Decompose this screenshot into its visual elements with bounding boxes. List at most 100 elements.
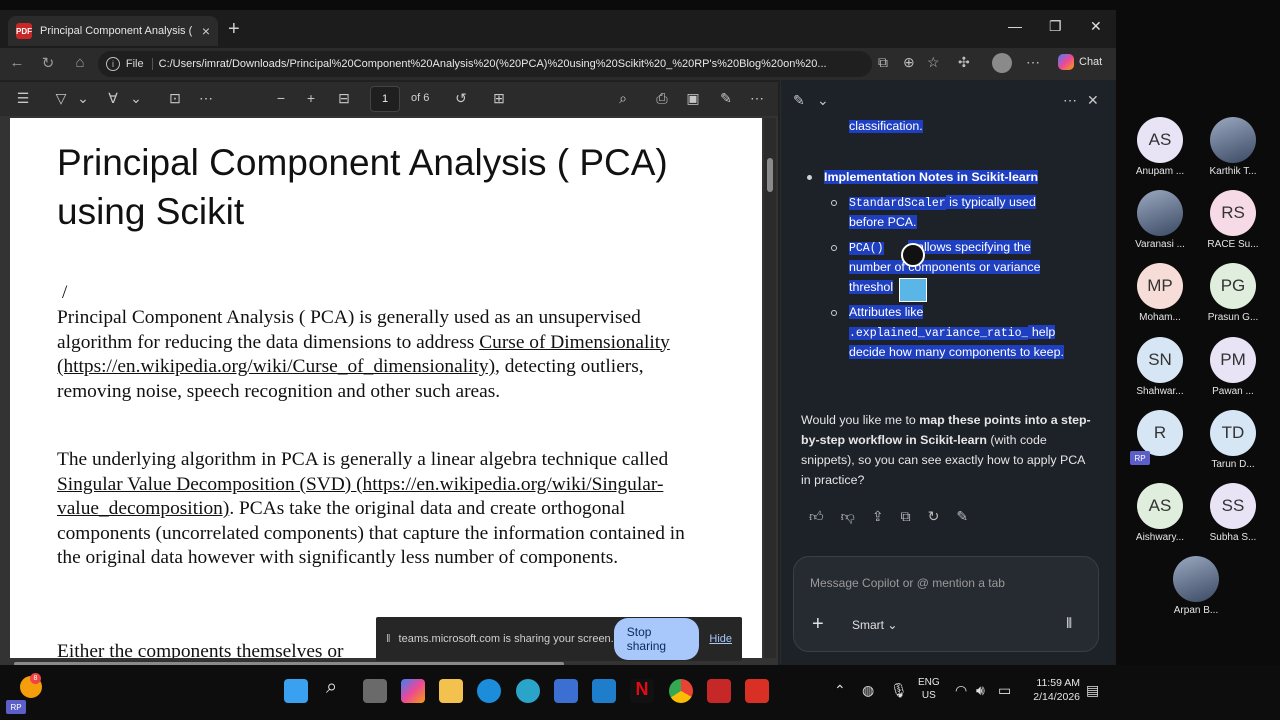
notifications-icon[interactable]: ▤ xyxy=(1086,682,1099,699)
netflix-icon[interactable]: N xyxy=(630,679,654,703)
browser-icon[interactable] xyxy=(516,679,540,703)
more-tools-icon[interactable]: ⋯ xyxy=(197,90,215,107)
profile-avatar[interactable] xyxy=(992,53,1012,73)
sub-bullet xyxy=(831,200,837,206)
avatar xyxy=(1137,190,1183,236)
more-options-icon[interactable]: ⋯ xyxy=(1063,92,1077,109)
search-icon[interactable]: ⌕ xyxy=(614,90,632,107)
start-icon[interactable] xyxy=(284,679,308,703)
copilot-message-input[interactable]: Message Copilot or @ mention a tab + Sma… xyxy=(793,556,1099,652)
response-line: Attributes like xyxy=(849,305,924,319)
participant-name: Prasun G... xyxy=(1207,312,1259,323)
participant-tile[interactable]: PG Prasun G... xyxy=(1193,263,1273,323)
back-icon[interactable]: ← xyxy=(7,54,27,71)
participant-tile[interactable]: AS Anupam ... xyxy=(1120,117,1200,177)
restore-icon[interactable]: ❐ xyxy=(1049,18,1062,35)
hide-button[interactable]: Hide xyxy=(709,633,732,645)
text-icon[interactable]: ⊡ xyxy=(166,90,184,107)
copilot-header: ✎ ⌄ ⋯ ✕ xyxy=(781,80,1115,120)
fit-page-icon[interactable]: ⊟ xyxy=(335,90,353,107)
task-view-icon[interactable] xyxy=(363,679,387,703)
thumbs-down-icon[interactable]: 👎︎ xyxy=(841,508,855,525)
reader-icon[interactable]: ⧉ xyxy=(878,54,888,71)
search-icon[interactable]: ⌕ xyxy=(326,676,337,699)
antivirus-tray-icon[interactable]: ◍ xyxy=(862,682,874,699)
regenerate-icon[interactable]: ↻ xyxy=(928,508,940,525)
participant-tile[interactable]: MP Moham... xyxy=(1120,263,1200,323)
wifi-icon[interactable]: ◠ xyxy=(955,682,967,699)
more-options-icon[interactable]: ⋯ xyxy=(1026,54,1040,71)
scroll-thumb[interactable] xyxy=(767,158,773,192)
chevron-down-icon[interactable]: ⌄ xyxy=(127,90,145,107)
page-view-icon[interactable]: ⊞ xyxy=(490,90,508,107)
zoom-out-icon[interactable]: − xyxy=(272,90,290,106)
share-icon[interactable]: ⇪ xyxy=(872,508,884,525)
more-options-icon[interactable]: ⋯ xyxy=(748,90,766,107)
favorite-star-icon[interactable]: ☆ xyxy=(927,54,940,71)
mcafee-icon[interactable] xyxy=(707,679,731,703)
battery-icon[interactable]: ▭ xyxy=(998,682,1011,699)
copilot-icon xyxy=(1058,54,1074,70)
new-chat-icon[interactable]: ✎ xyxy=(793,92,805,109)
new-tab-button[interactable]: + xyxy=(228,18,240,41)
voice-icon[interactable]: ⦀ xyxy=(1066,615,1072,632)
chevron-down-icon[interactable]: ⌄ xyxy=(74,90,92,107)
stop-sharing-button[interactable]: Stop sharing xyxy=(613,618,700,660)
participant-tile[interactable]: AS Aishwary... xyxy=(1120,483,1200,543)
rotate-icon[interactable]: ↺ xyxy=(452,90,470,107)
page-count: of 6 xyxy=(411,92,430,104)
mail-icon[interactable] xyxy=(554,679,578,703)
close-window-icon[interactable]: ✕ xyxy=(1090,18,1102,35)
save-icon[interactable]: ▣ xyxy=(684,90,702,107)
save-as-icon[interactable]: ✎ xyxy=(717,90,735,107)
copilot-chat-button[interactable]: Chat xyxy=(1058,54,1102,70)
copy-icon[interactable]: ⧉ xyxy=(901,508,911,525)
draw-icon[interactable]: ∀ xyxy=(104,90,122,107)
desktop-screen: PDF Principal Component Analysis ( PC × … xyxy=(0,0,1280,720)
participant-tile[interactable]: PM Pawan ... xyxy=(1193,337,1273,397)
mode-selector[interactable]: Smart ⌄ xyxy=(852,618,897,632)
acrobat-icon[interactable] xyxy=(745,679,769,703)
close-pane-icon[interactable]: ✕ xyxy=(1087,92,1099,109)
file-explorer-icon[interactable] xyxy=(439,679,463,703)
participant-tile[interactable]: Arpan B... xyxy=(1156,556,1236,616)
edge-icon[interactable] xyxy=(477,679,501,703)
edit-icon[interactable]: ✎ xyxy=(956,508,968,525)
participant-tile[interactable]: Varanasi ... xyxy=(1120,190,1200,250)
copilot-app-icon[interactable] xyxy=(401,679,425,703)
address-field[interactable]: i File C:/Users/imrat/Downloads/Principa… xyxy=(98,51,872,77)
vscode-icon[interactable] xyxy=(592,679,616,703)
highlight-icon[interactable]: ▽ xyxy=(52,90,70,107)
vertical-scrollbar[interactable] xyxy=(764,118,776,658)
participant-tile[interactable]: Karthik T... xyxy=(1193,117,1273,177)
extensions-icon[interactable]: ✣ xyxy=(958,54,970,71)
refresh-icon[interactable]: ↻ xyxy=(38,54,58,72)
volume-icon[interactable]: 🔊︎ xyxy=(976,682,985,699)
chrome-icon[interactable] xyxy=(669,679,693,703)
microphone-icon[interactable]: 🎙︎ xyxy=(890,682,908,699)
avatar: TD xyxy=(1210,410,1256,456)
info-icon[interactable]: i xyxy=(106,57,120,71)
thumbs-up-icon[interactable]: 👍︎ xyxy=(809,508,824,525)
page-number-input[interactable]: 1 xyxy=(370,86,400,112)
rp-badge: RP xyxy=(1130,451,1150,465)
contents-icon[interactable]: ☰ xyxy=(14,90,32,107)
home-icon[interactable]: ⌂ xyxy=(70,54,90,71)
participant-tile[interactable]: SS Subha S... xyxy=(1193,483,1273,543)
language-indicator[interactable]: ENG US xyxy=(918,676,940,702)
participant-tile[interactable]: SN Shahwar... xyxy=(1120,337,1200,397)
system-clock[interactable]: 11:59 AM 2/14/2026 xyxy=(1028,676,1080,704)
chevron-up-icon[interactable]: ⌃ xyxy=(834,682,846,699)
response-line: decide how many components to keep. xyxy=(849,345,1064,359)
print-icon[interactable]: ⎙ xyxy=(653,90,671,107)
participant-name: Arpan B... xyxy=(1173,605,1219,616)
zoom-in-icon[interactable]: + xyxy=(302,90,320,106)
zoom-icon[interactable]: ⊕ xyxy=(903,54,915,71)
add-icon[interactable]: + xyxy=(812,613,824,636)
participant-tile[interactable]: TD Tarun D... xyxy=(1193,410,1273,470)
participant-tile[interactable]: RS RACE Su... xyxy=(1193,190,1273,250)
tab-pdf[interactable]: PDF Principal Component Analysis ( PC × xyxy=(8,16,218,46)
chevron-down-icon[interactable]: ⌄ xyxy=(817,92,829,109)
close-tab-icon[interactable]: × xyxy=(202,23,210,39)
minimize-icon[interactable]: — xyxy=(1008,18,1022,34)
